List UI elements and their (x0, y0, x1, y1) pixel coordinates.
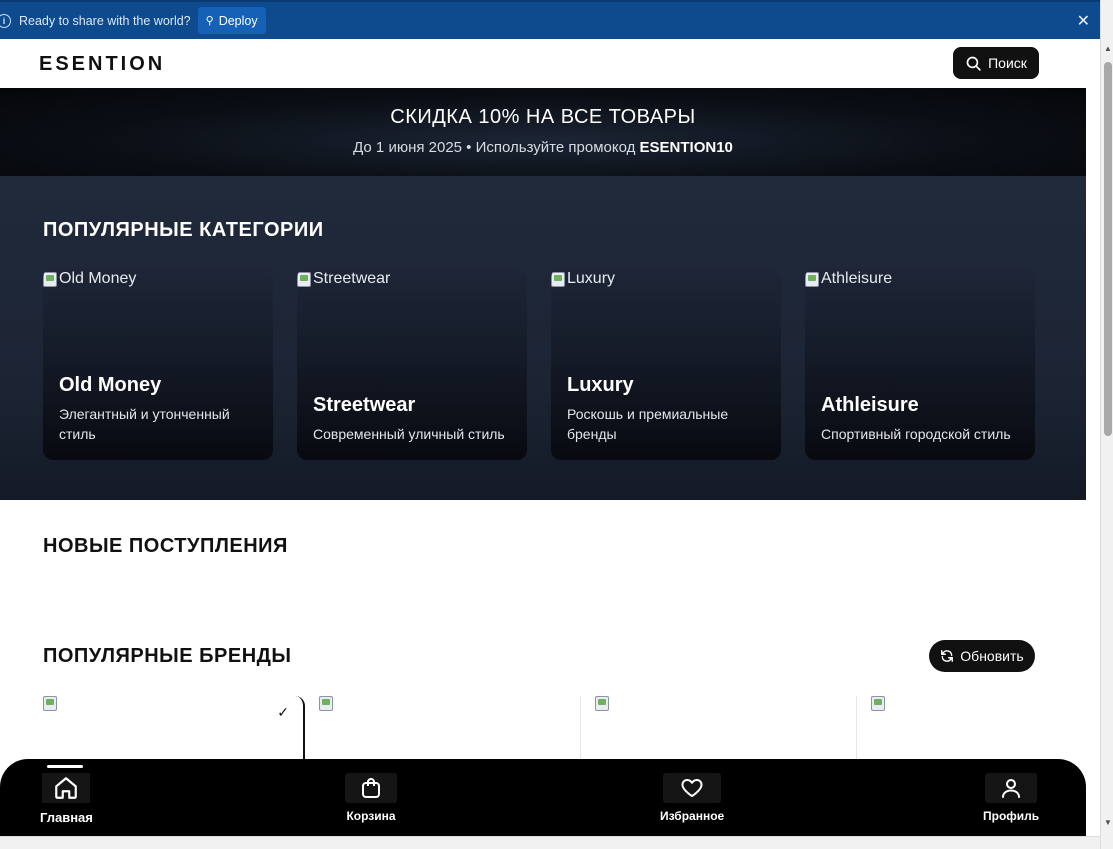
broken-image-icon (297, 271, 311, 287)
new-arrivals-title: НОВЫЕ ПОСТУПЛЕНИЯ (43, 535, 288, 557)
broken-image-icon (43, 696, 57, 711)
category-image: Streetwear (297, 270, 390, 288)
category-name: Athleisure (821, 394, 919, 416)
category-image-alt: Streetwear (313, 270, 391, 287)
category-image: Athleisure (805, 270, 892, 288)
categories-section: ПОПУЛЯРНЫЕ КАТЕГОРИИ Old Money Old Money… (0, 176, 1086, 500)
category-description: Спортивный городской стиль (821, 426, 1011, 442)
category-description: Роскошь и премиальные бренды (567, 406, 729, 442)
brand-card[interactable]: ✓ (43, 696, 305, 766)
scrollbar-thumb[interactable] (1104, 62, 1112, 436)
category-card-athleisure[interactable]: Athleisure Athleisure Спортивный городск… (805, 268, 1035, 460)
category-description: Современный уличный стиль (313, 426, 505, 442)
logo[interactable]: ESENTION (39, 53, 165, 76)
bag-icon (362, 778, 380, 798)
categories-title: ПОПУЛЯРНЫЕ КАТЕГОРИИ (43, 219, 324, 241)
category-description: Элегантный и утонченный стиль (59, 406, 230, 442)
category-card-old-money[interactable]: Old Money Old Money Элегантный и утончен… (43, 268, 273, 460)
refresh-button-label: Обновить (960, 648, 1024, 664)
category-image: Luxury (551, 270, 615, 288)
nav-label: Профиль (983, 809, 1040, 823)
search-button-label: Поиск (988, 55, 1027, 71)
deploy-button-label: Deploy (218, 13, 258, 28)
scroll-down-arrow-icon[interactable]: ▼ (1104, 818, 1112, 827)
nav-item-favorites[interactable]: Избранное (660, 773, 724, 823)
promo-title: СКИДКА 10% НА ВСЕ ТОВАРЫ (390, 106, 696, 128)
broken-image-icon (595, 696, 609, 711)
broken-image-icon (43, 271, 57, 287)
nav-label: Избранное (660, 809, 725, 823)
home-icon (55, 777, 78, 799)
broken-image-icon (319, 696, 333, 711)
category-card-luxury[interactable]: Luxury Luxury Роскошь и премиальные брен… (551, 268, 781, 460)
deploy-banner: i Ready to share with the world? ⚲ Deplo… (0, 0, 1100, 39)
promo-subtitle: До 1 июня 2025 • Используйте промокод ES… (0, 139, 1086, 156)
nav-item-cart[interactable]: Корзина (345, 773, 397, 823)
window-bottom-edge (0, 836, 1100, 849)
deploy-button[interactable]: ⚲ Deploy (197, 7, 266, 34)
close-icon[interactable]: ✕ (1077, 11, 1090, 31)
category-image-alt: Luxury (567, 270, 616, 287)
category-image-alt: Old Money (59, 270, 137, 287)
category-card-streetwear[interactable]: Streetwear Streetwear Современный уличны… (297, 268, 527, 460)
site-header: ESENTION Поиск (0, 39, 1086, 88)
broken-image-icon (871, 696, 885, 711)
info-icon: i (0, 13, 11, 28)
bottom-navigation: Главная Корзина Избранное Профиль (0, 759, 1086, 836)
promo-banner: СКИДКА 10% НА ВСЕ ТОВАРЫ До 1 июня 2025 … (0, 88, 1086, 176)
scroll-up-arrow-icon[interactable]: ▲ (1104, 44, 1112, 53)
nav-item-profile[interactable]: Профиль (983, 773, 1039, 823)
nav-label: Корзина (346, 809, 396, 823)
category-name: Old Money (59, 374, 162, 396)
check-icon: ✓ (277, 704, 289, 720)
page-right-gutter (1086, 39, 1100, 836)
category-name: Luxury (567, 374, 634, 396)
brand-card[interactable] (871, 696, 1086, 766)
nav-item-home[interactable]: Главная (40, 773, 93, 825)
vertical-scrollbar[interactable]: ▲ ▼ (1100, 0, 1113, 849)
refresh-button[interactable]: Обновить (929, 640, 1035, 672)
promo-code: ESENTION10 (639, 139, 733, 156)
category-image-alt: Athleisure (821, 270, 893, 287)
nav-label: Главная (40, 810, 93, 825)
heart-icon (681, 779, 703, 797)
category-name: Streetwear (313, 394, 416, 416)
refresh-icon (941, 650, 954, 662)
brands-title: ПОПУЛЯРНЫЕ БРЕНДЫ (43, 645, 292, 667)
broken-image-icon (551, 271, 565, 287)
search-button[interactable]: Поиск (953, 47, 1039, 79)
brand-card[interactable] (595, 696, 857, 766)
broken-image-icon (805, 271, 819, 287)
category-image: Old Money (43, 270, 136, 288)
active-tab-indicator (47, 765, 83, 768)
brand-card[interactable] (319, 696, 581, 766)
rocket-icon: ⚲ (205, 15, 214, 27)
deploy-message: Ready to share with the world? (19, 13, 191, 28)
promo-subtitle-text: До 1 июня 2025 • Используйте промокод (353, 139, 640, 156)
search-icon (966, 56, 981, 71)
user-icon (1002, 779, 1021, 798)
